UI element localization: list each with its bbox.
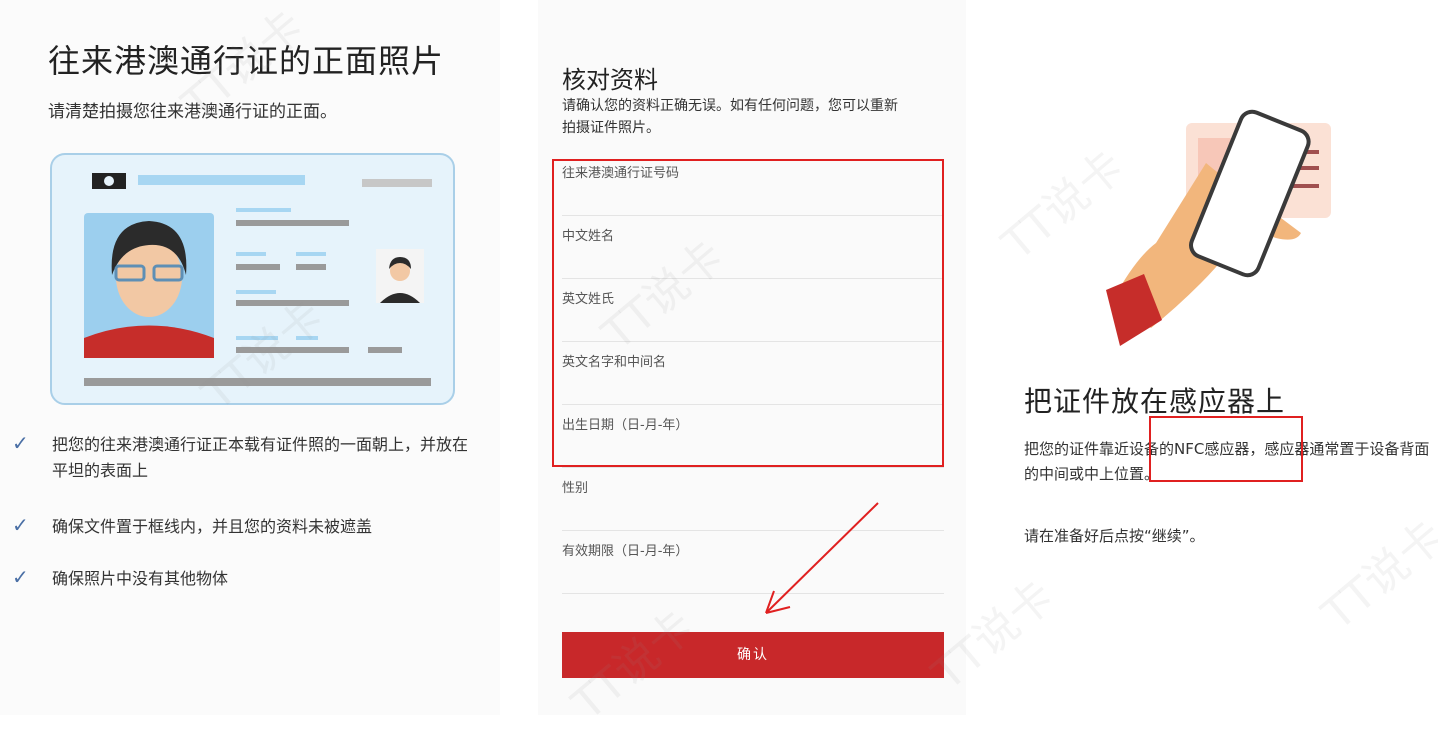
checklist-item: ✓ 确保照片中没有其他物体 (12, 566, 492, 592)
continue-prompt: 请在准备好后点按“继续”。 (1024, 527, 1205, 545)
page-title: 核对资料 (562, 66, 658, 94)
check-icon: ✓ (12, 565, 29, 589)
annotation-highlight-box (552, 159, 944, 467)
checklist-item: ✓ 把您的往来港澳通行证正本载有证件照的一面朝上，并放在平坦的表面上 (12, 432, 492, 484)
passport-photo-panel: 往来港澳通行证的正面照片 请清楚拍摄您往来港澳通行证的正面。 ✓ 把您的往来港澳… (0, 0, 500, 715)
check-icon: ✓ (12, 431, 29, 455)
page-title: 把证件放在感应器上 (1024, 385, 1286, 418)
field-label: 有效期限（日-月-年） (562, 544, 689, 559)
checklist-text: 把您的往来港澳通行证正本载有证件照的一面朝上，并放在平坦的表面上 (52, 435, 469, 480)
page-subtitle: 请清楚拍摄您往来港澳通行证的正面。 (48, 102, 337, 122)
page-description: 请确认您的资料正确无误。如有任何问题，您可以重新拍摄证件照片。 (562, 98, 898, 136)
checklist-text: 确保文件置于框线内，并且您的资料未被遮盖 (52, 517, 373, 536)
checklist-item: ✓ 确保文件置于框线内，并且您的资料未被遮盖 (12, 514, 492, 540)
id-card-illustration (50, 153, 455, 405)
annotation-highlight-box (1149, 416, 1303, 482)
verify-info-panel: 核对资料 请确认您的资料正确无误。如有任何问题，您可以重新拍摄证件照片。 往来港… (538, 0, 966, 715)
page-title: 往来港澳通行证的正面照片 (48, 42, 445, 80)
field-label: 性别 (562, 481, 589, 496)
check-icon: ✓ (12, 513, 29, 537)
checklist-text: 确保照片中没有其他物体 (52, 569, 229, 588)
nfc-scan-panel: 把证件放在感应器上 把您的证件靠近设备的NFC感应器，感应器通常置于设备背面的中… (996, 0, 1438, 715)
confirm-button[interactable]: 确认 (562, 632, 944, 678)
annotation-arrow (765, 502, 879, 614)
hand-phone-illustration (1106, 109, 1331, 346)
